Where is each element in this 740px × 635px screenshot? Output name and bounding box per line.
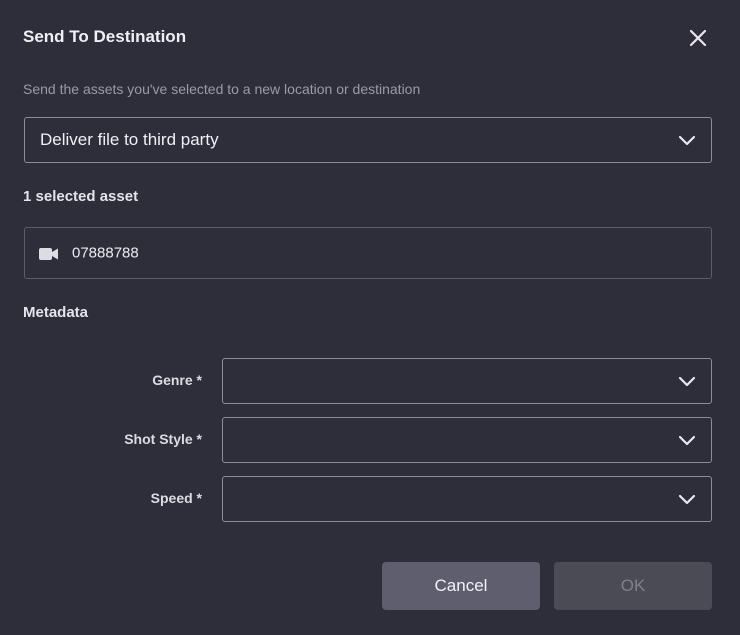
genre-label: Genre * <box>152 372 202 388</box>
video-camera-icon <box>39 248 58 260</box>
chevron-down-icon <box>678 376 696 387</box>
close-button[interactable] <box>684 24 712 52</box>
selected-asset-item: 07888788 <box>24 227 712 279</box>
speed-select[interactable] <box>222 476 712 522</box>
dialog-title: Send To Destination <box>23 27 187 46</box>
chevron-down-icon <box>678 135 696 146</box>
destination-select[interactable]: Deliver file to third party <box>24 117 712 163</box>
cancel-button[interactable]: Cancel <box>382 562 540 610</box>
selected-asset-count: 1 selected asset <box>23 188 139 205</box>
send-to-destination-dialog: Send To Destination Send the assets you'… <box>0 0 740 635</box>
chevron-down-icon <box>678 494 696 505</box>
shot-style-select[interactable] <box>222 417 712 463</box>
shot-style-label: Shot Style * <box>124 431 202 447</box>
chevron-down-icon <box>678 435 696 446</box>
destination-select-value: Deliver file to third party <box>40 130 219 149</box>
speed-label: Speed * <box>150 490 202 506</box>
genre-select[interactable] <box>222 358 712 404</box>
metadata-heading: Metadata <box>23 304 89 321</box>
close-icon <box>689 29 707 47</box>
dialog-description: Send the assets you've selected to a new… <box>23 81 421 97</box>
asset-name: 07888788 <box>72 244 139 262</box>
ok-button[interactable]: OK <box>554 562 712 610</box>
